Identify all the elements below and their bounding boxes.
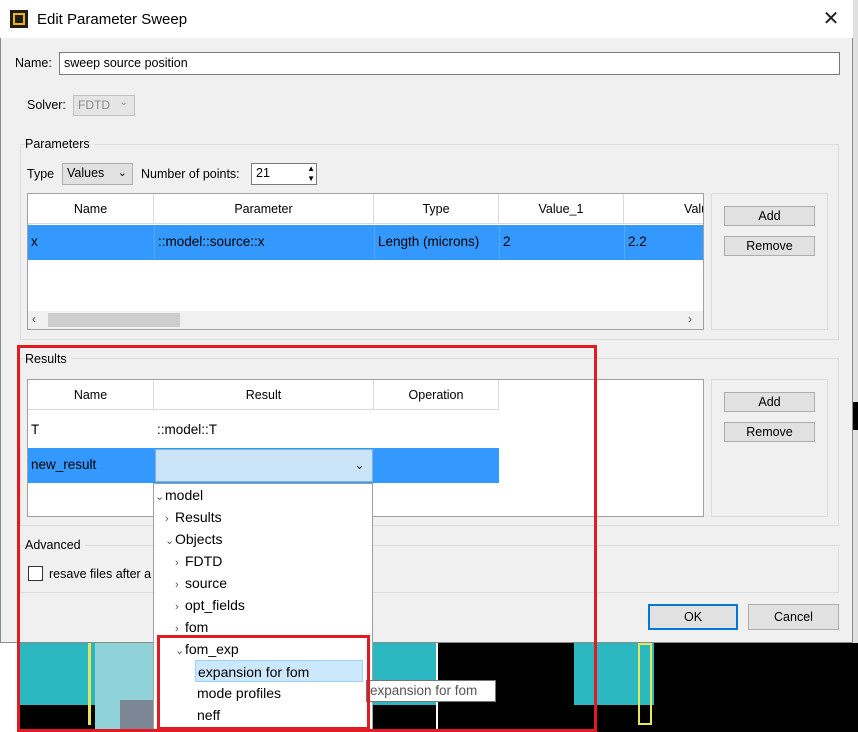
chevron-down-icon: ⌄ (119, 97, 128, 108)
cell-value-2: 2.2 (624, 225, 703, 259)
number-of-points-label: Number of points: (141, 167, 240, 181)
column-header[interactable]: Value_2 (624, 194, 703, 224)
parameters-group-label: Parameters (25, 137, 94, 151)
highlight-box-fom-exp (157, 635, 370, 730)
solver-label: Solver: (27, 98, 66, 112)
type-label: Type (27, 167, 55, 181)
solver-select: FDTD ⌄ (73, 95, 135, 116)
spinner-down-icon[interactable]: ▼ (307, 174, 315, 183)
parameters-table: Name Parameter Type Value_1 Value_2 x ::… (27, 193, 704, 330)
cell-parameter: ::model::source::x (154, 225, 374, 259)
app-icon (10, 10, 28, 28)
table-row[interactable]: x ::model::source::x Length (microns) 2 … (28, 225, 703, 260)
column-header[interactable]: Name (28, 194, 154, 224)
add-parameter-button[interactable]: Add (724, 206, 815, 226)
chevron-down-icon: ⌄ (117, 167, 127, 179)
remove-result-button[interactable]: Remove (724, 422, 815, 442)
spinner-up-icon[interactable]: ▲ (307, 164, 315, 173)
type-value: Values (67, 166, 105, 180)
close-icon[interactable]: ✕ (818, 6, 844, 32)
scroll-right-icon[interactable]: › (688, 312, 692, 326)
horizontal-scrollbar[interactable]: ‹ › (28, 311, 703, 329)
cell-name: x (31, 234, 38, 249)
name-input[interactable]: sweep source position (59, 52, 840, 75)
scrollbar-thumb[interactable] (48, 313, 180, 327)
column-header[interactable]: Type (374, 194, 499, 224)
scroll-left-icon[interactable]: ‹ (32, 312, 36, 326)
number-of-points-input[interactable]: 21 ▲ ▼ (251, 163, 317, 185)
name-label: Name: (15, 56, 52, 70)
cancel-button[interactable]: Cancel (748, 604, 839, 630)
window-title: Edit Parameter Sweep (37, 11, 188, 28)
background-strip (853, 402, 858, 430)
background-strip (853, 0, 858, 643)
column-header[interactable]: Parameter (154, 194, 374, 224)
cell-type: Length (microns) (374, 225, 499, 259)
add-result-button[interactable]: Add (724, 392, 815, 412)
solver-value: FDTD (78, 98, 110, 112)
type-select[interactable]: Values ⌄ (62, 163, 133, 185)
background-line (638, 643, 652, 725)
ok-button[interactable]: OK (648, 604, 738, 630)
remove-parameter-button[interactable]: Remove (724, 236, 815, 256)
column-header[interactable]: Value_1 (499, 194, 624, 224)
number-of-points-value: 21 (256, 166, 270, 180)
cell-value-1: 2 (499, 225, 624, 259)
